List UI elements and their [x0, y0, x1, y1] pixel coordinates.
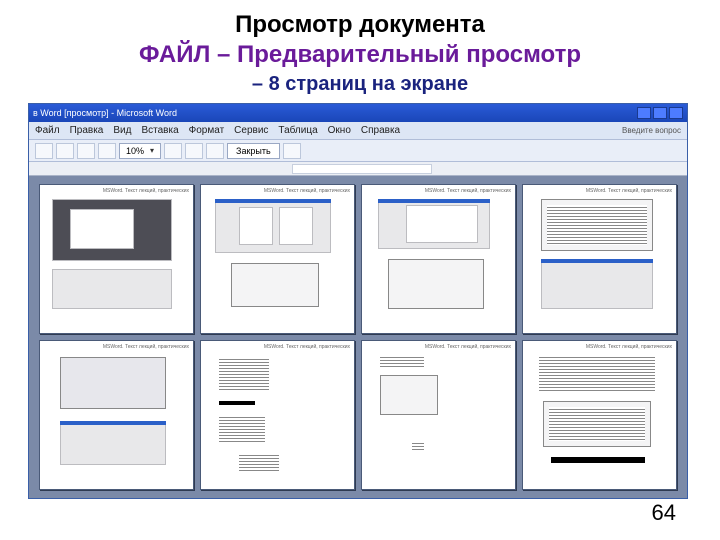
page-header-text: MSWord. Текст лекций, практических [201, 185, 354, 195]
page-thumbnail-3[interactable]: MSWord. Текст лекций, практических [361, 184, 516, 334]
title-line-1: Просмотр документа [28, 10, 692, 40]
preview-canvas[interactable]: MSWord. Текст лекций, практических MSWor… [29, 176, 687, 498]
page-grid: MSWord. Текст лекций, практических MSWor… [39, 184, 677, 490]
close-window-button[interactable] [669, 107, 683, 119]
help-hint[interactable]: Введите вопрос [622, 126, 681, 135]
word-window: в Word [просмотр] - Microsoft Word Файл … [28, 103, 688, 499]
page-header-text: MSWord. Текст лекций, практических [362, 185, 515, 195]
page-header-text: MSWord. Текст лекций, практических [40, 341, 193, 351]
page-thumbnail-7[interactable]: MSWord. Текст лекций, практических [361, 340, 516, 490]
ruler-strip [292, 164, 432, 174]
page-thumbnail-1[interactable]: MSWord. Текст лекций, практических [39, 184, 194, 334]
menu-format[interactable]: Формат [189, 125, 225, 136]
close-preview-label: Закрыть [236, 146, 271, 156]
shrink-to-fit-button[interactable] [185, 143, 203, 159]
page-thumbnail-8[interactable]: MSWord. Текст лекций, практических [522, 340, 677, 490]
maximize-button[interactable] [653, 107, 667, 119]
help-button[interactable] [283, 143, 301, 159]
page-header-text: MSWord. Текст лекций, практических [201, 341, 354, 351]
close-preview-button[interactable]: Закрыть [227, 143, 280, 159]
page-thumbnail-2[interactable]: MSWord. Текст лекций, практических [200, 184, 355, 334]
ruler-toggle-button[interactable] [164, 143, 182, 159]
menu-insert[interactable]: Вставка [141, 125, 178, 136]
one-page-button[interactable] [77, 143, 95, 159]
minimize-button[interactable] [637, 107, 651, 119]
zoom-select[interactable]: 10% ▾ [119, 143, 161, 159]
menu-view[interactable]: Вид [113, 125, 131, 136]
menu-file[interactable]: Файл [35, 125, 60, 136]
multi-page-button[interactable] [98, 143, 116, 159]
preview-toolbar: 10% ▾ Закрыть [29, 140, 687, 162]
fullscreen-button[interactable] [206, 143, 224, 159]
magnifier-button[interactable] [56, 143, 74, 159]
page-thumbnail-6[interactable]: MSWord. Текст лекций, практических [200, 340, 355, 490]
page-thumbnail-5[interactable]: MSWord. Текст лекций, практических [39, 340, 194, 490]
page-thumbnail-4[interactable]: MSWord. Текст лекций, практических [522, 184, 677, 334]
title-line-2: ФАЙЛ – Предварительный просмотр [28, 40, 692, 70]
title-line-3: – 8 страниц на экране [28, 72, 692, 97]
menu-table[interactable]: Таблица [278, 125, 317, 136]
window-titlebar[interactable]: в Word [просмотр] - Microsoft Word [29, 104, 687, 122]
horizontal-ruler[interactable] [29, 162, 687, 176]
menubar: Файл Правка Вид Вставка Формат Сервис Та… [29, 122, 687, 140]
menu-edit[interactable]: Правка [70, 125, 104, 136]
print-button[interactable] [35, 143, 53, 159]
page-header-text: MSWord. Текст лекций, практических [523, 185, 676, 195]
zoom-value: 10% [126, 146, 144, 156]
page-header-text: MSWord. Текст лекций, практических [523, 341, 676, 351]
menu-window[interactable]: Окно [328, 125, 351, 136]
window-title: в Word [просмотр] - Microsoft Word [33, 108, 177, 118]
chevron-down-icon: ▾ [150, 146, 154, 155]
page-header-text: MSWord. Текст лекций, практических [362, 341, 515, 351]
slide-number: 64 [652, 500, 676, 526]
window-controls [637, 107, 683, 119]
page-header-text: MSWord. Текст лекций, практических [40, 185, 193, 195]
menu-help[interactable]: Справка [361, 125, 400, 136]
menu-tools[interactable]: Сервис [234, 125, 268, 136]
